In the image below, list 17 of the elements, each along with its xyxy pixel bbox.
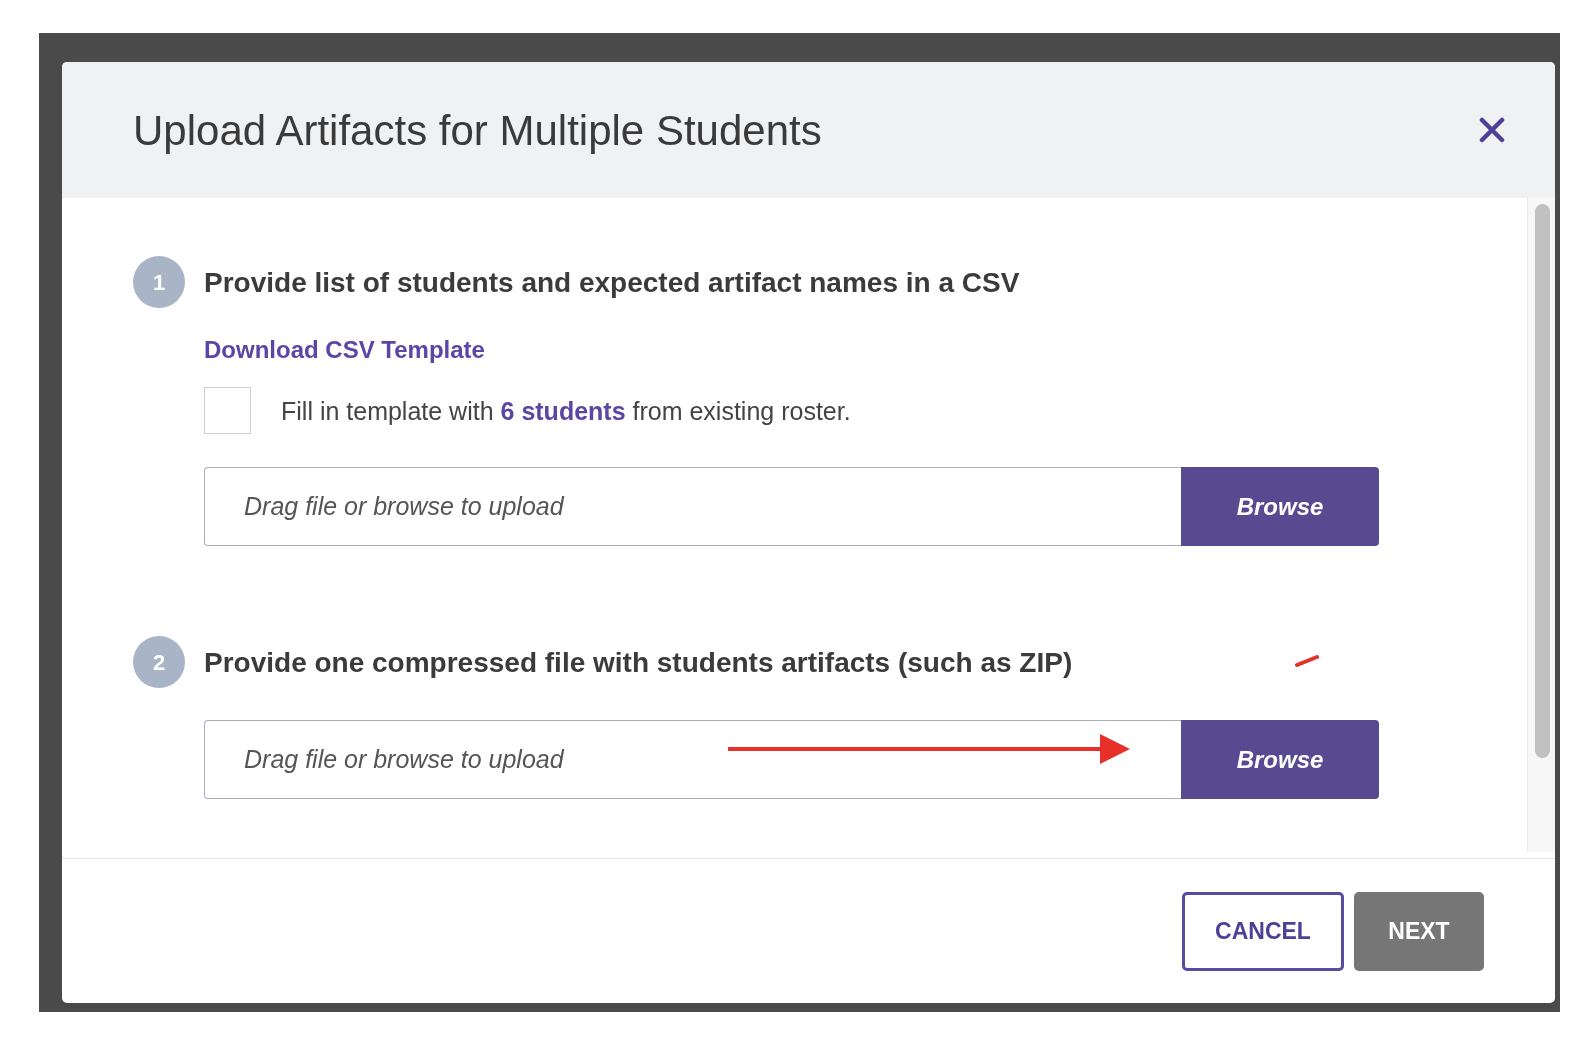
step-heading: Provide list of students and expected artifact names in a CSV [204, 265, 1020, 300]
dialog-title: Upload Artifacts for Multiple Students [133, 105, 822, 156]
close-icon [1479, 117, 1505, 143]
step-number: 2 [133, 636, 185, 688]
download-link[interactable]: Download CSV Template [204, 336, 485, 364]
file-upload-field[interactable]: Drag file or browse to upload [204, 720, 1181, 799]
file-upload-field[interactable]: Drag file or browse to upload [204, 467, 1181, 546]
checkbox[interactable] [204, 387, 251, 434]
stroke-annotation [1295, 655, 1319, 667]
step-number: 1 [133, 256, 185, 308]
browse-button[interactable]: Browse [1181, 720, 1379, 799]
browse-button[interactable]: Browse [1181, 467, 1379, 546]
checkbox-label: Fill in template with 6 students from existing roster. [281, 395, 851, 426]
cancel-button[interactable]: CANCEL [1182, 891, 1344, 971]
scrollbar-thumb[interactable] [1535, 204, 1550, 758]
step-heading: Provide one compressed file with students artifacts (such as ZIP) [204, 645, 1073, 680]
close-button[interactable] [1479, 117, 1505, 143]
